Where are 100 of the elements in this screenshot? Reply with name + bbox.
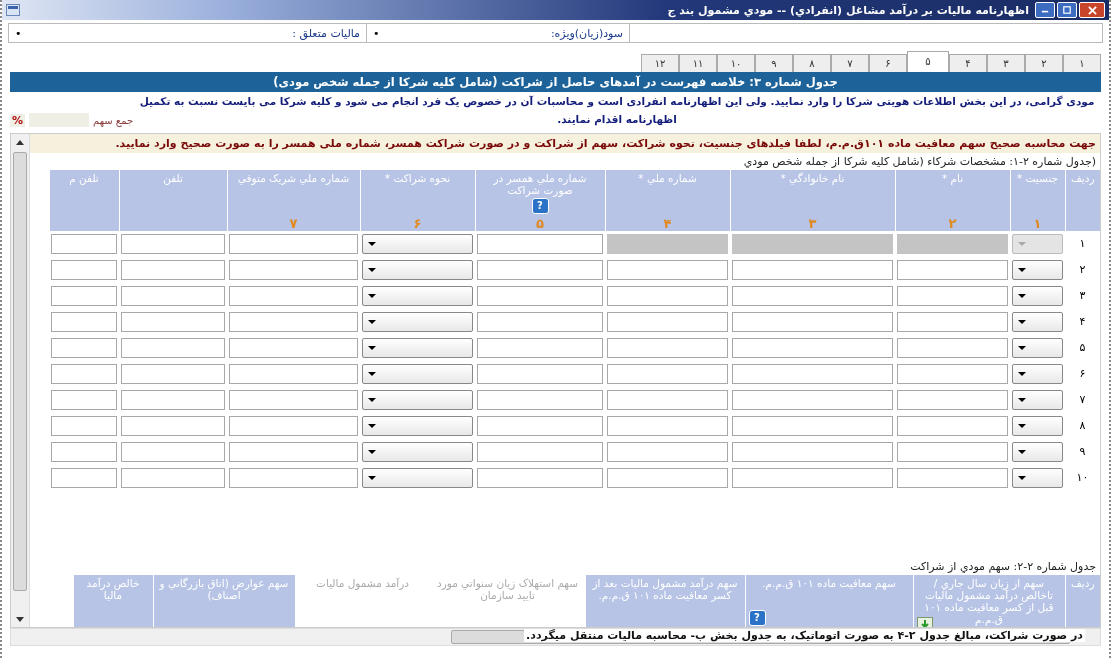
input-field[interactable]	[732, 285, 893, 306]
tab[interactable]: ٩	[755, 54, 793, 72]
input-field[interactable]	[732, 467, 893, 488]
input-field[interactable]	[897, 337, 1008, 358]
input-field[interactable]	[897, 363, 1008, 384]
input-field[interactable]	[897, 467, 1008, 488]
input-field[interactable]	[897, 259, 1008, 280]
dropdown[interactable]	[362, 233, 473, 254]
dropdown[interactable]	[1012, 363, 1063, 384]
input-field[interactable]	[477, 259, 603, 280]
minimize-button[interactable]	[1035, 2, 1055, 18]
input-field[interactable]	[607, 311, 728, 332]
input-field[interactable]	[51, 467, 117, 488]
input-field[interactable]	[477, 337, 603, 358]
dropdown[interactable]	[1012, 415, 1063, 436]
input-field[interactable]	[477, 415, 603, 436]
input-field[interactable]	[897, 415, 1008, 436]
input-field[interactable]	[229, 467, 358, 488]
input-field[interactable]	[229, 337, 358, 358]
input-field[interactable]	[897, 311, 1008, 332]
input-field[interactable]	[229, 311, 358, 332]
input-field[interactable]	[477, 311, 603, 332]
dropdown[interactable]	[1012, 337, 1063, 358]
input-field[interactable]	[51, 233, 117, 254]
tab[interactable]: ١	[1063, 54, 1101, 72]
dropdown[interactable]	[362, 285, 473, 306]
tab[interactable]: ۵	[907, 51, 949, 72]
input-field[interactable]	[607, 363, 728, 384]
tab[interactable]: ٧	[831, 54, 869, 72]
dropdown[interactable]	[362, 415, 473, 436]
input-field[interactable]	[607, 441, 728, 462]
input-field[interactable]	[51, 389, 117, 410]
input-field[interactable]	[121, 233, 225, 254]
input-field[interactable]	[732, 337, 893, 358]
input-field[interactable]	[732, 441, 893, 462]
input-field[interactable]	[897, 441, 1008, 462]
tab[interactable]: ٢	[1025, 54, 1063, 72]
dropdown[interactable]	[362, 389, 473, 410]
input-field[interactable]	[121, 441, 225, 462]
dropdown[interactable]	[1012, 467, 1063, 488]
dropdown[interactable]	[1012, 285, 1063, 306]
input-field[interactable]	[51, 285, 117, 306]
dropdown[interactable]	[362, 337, 473, 358]
input-field[interactable]	[229, 259, 358, 280]
input-field[interactable]	[607, 259, 728, 280]
input-field[interactable]	[121, 285, 225, 306]
input-field[interactable]	[51, 337, 117, 358]
input-field[interactable]	[121, 415, 225, 436]
dropdown[interactable]	[362, 467, 473, 488]
input-field[interactable]	[732, 415, 893, 436]
input-field[interactable]	[121, 389, 225, 410]
input-field[interactable]	[477, 441, 603, 462]
input-field[interactable]	[51, 363, 117, 384]
tab[interactable]: ٨	[793, 54, 831, 72]
dropdown[interactable]	[362, 259, 473, 280]
input-field[interactable]	[121, 467, 225, 488]
close-button[interactable]	[1079, 2, 1105, 18]
tab[interactable]: ١٢	[641, 54, 679, 72]
dropdown[interactable]	[362, 363, 473, 384]
input-field[interactable]	[897, 285, 1008, 306]
input-field[interactable]	[229, 415, 358, 436]
input-field[interactable]	[229, 363, 358, 384]
tab[interactable]: ٣	[987, 54, 1025, 72]
dropdown[interactable]	[362, 441, 473, 462]
input-field[interactable]	[229, 233, 358, 254]
input-field[interactable]	[477, 363, 603, 384]
input-field[interactable]	[607, 467, 728, 488]
help-button[interactable]: ?	[748, 610, 766, 626]
input-field[interactable]	[732, 311, 893, 332]
help-button[interactable]: ?	[531, 198, 549, 214]
input-field[interactable]	[51, 415, 117, 436]
input-field[interactable]	[229, 441, 358, 462]
tab[interactable]: ١١	[679, 54, 717, 72]
input-field[interactable]	[477, 467, 603, 488]
vertical-scrollbar[interactable]	[11, 134, 30, 627]
tab[interactable]: ۴	[949, 54, 987, 72]
down-arrow-icon[interactable]	[16, 616, 24, 622]
dropdown[interactable]	[1012, 389, 1063, 410]
input-field[interactable]	[607, 389, 728, 410]
input-field[interactable]	[51, 311, 117, 332]
input-field[interactable]	[477, 389, 603, 410]
input-field[interactable]	[732, 363, 893, 384]
input-field[interactable]	[607, 415, 728, 436]
up-arrow-icon[interactable]	[16, 139, 24, 145]
input-field[interactable]	[607, 337, 728, 358]
dropdown[interactable]	[362, 311, 473, 332]
input-field[interactable]	[607, 285, 728, 306]
maximize-button[interactable]	[1057, 2, 1077, 18]
input-field[interactable]	[229, 285, 358, 306]
input-field[interactable]	[477, 233, 603, 254]
input-field[interactable]	[51, 259, 117, 280]
input-field[interactable]	[229, 389, 358, 410]
input-field[interactable]	[477, 285, 603, 306]
dropdown[interactable]	[1012, 311, 1063, 332]
dropdown[interactable]	[1012, 259, 1063, 280]
input-field[interactable]	[732, 259, 893, 280]
tab[interactable]: ١٠	[717, 54, 755, 72]
input-field[interactable]	[121, 337, 225, 358]
input-field[interactable]	[732, 389, 893, 410]
input-field[interactable]	[121, 311, 225, 332]
